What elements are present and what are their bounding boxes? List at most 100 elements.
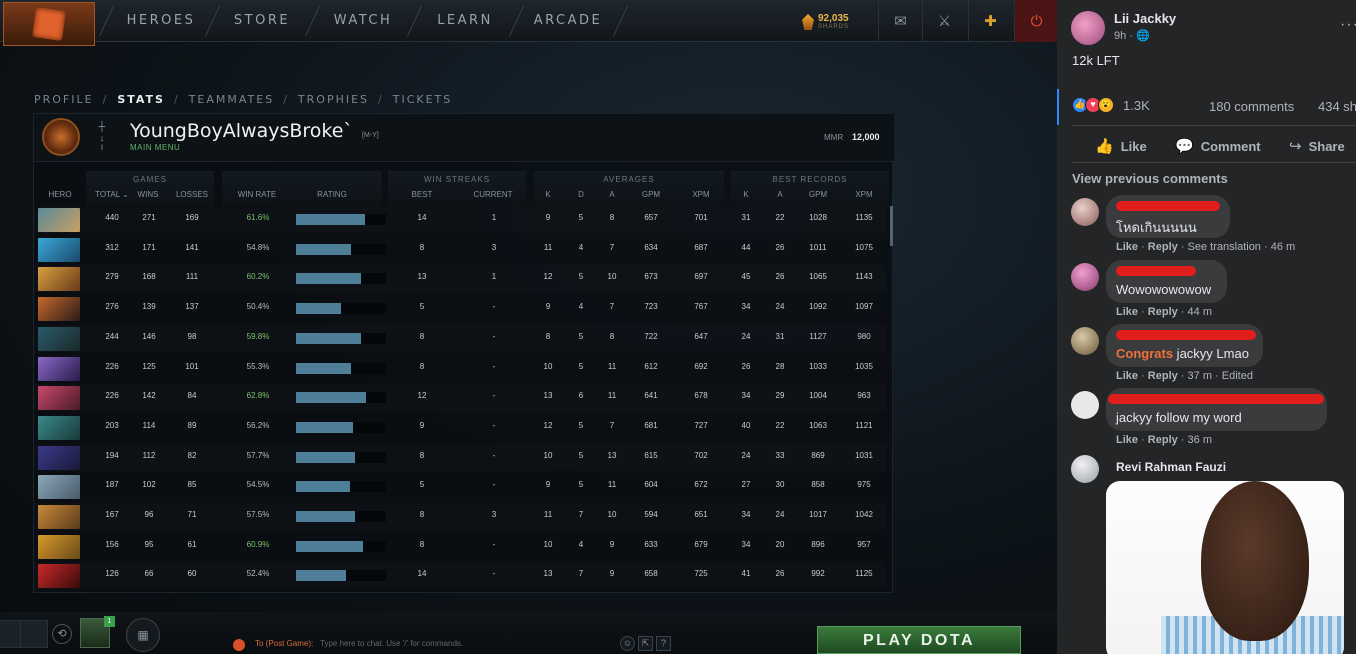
comment-like-link[interactable]: Like <box>1116 241 1138 253</box>
tab-tickets[interactable]: TICKETS <box>393 93 453 106</box>
chat-channel-icon[interactable] <box>233 639 245 651</box>
col-deaths[interactable]: D <box>571 190 591 199</box>
rating-bar <box>296 273 386 285</box>
emoji-icon[interactable]: ☺ <box>620 636 635 651</box>
col-current[interactable]: CURRENT <box>466 190 520 199</box>
commenter-avatar[interactable] <box>1071 263 1099 291</box>
table-row[interactable]: 226 125 101 55.3% 8 - 10 5 11 612 692 26 28 1033 1035 <box>34 355 886 382</box>
dota-logo-button[interactable] <box>3 2 95 46</box>
gif-commenter-name[interactable]: Revi Rahman Fauzi <box>1116 460 1226 474</box>
nav-arcade[interactable]: ARCADE <box>518 0 618 42</box>
col-rating[interactable]: RATING <box>306 190 358 199</box>
comment-reply-link[interactable]: Reply <box>1148 370 1178 382</box>
table-row[interactable]: 126 66 60 52.4% 14 - 13 7 9 658 725 41 26 992 1125 <box>34 562 886 589</box>
shares-count[interactable]: 434 shares <box>1318 99 1356 114</box>
cell-xpm: 701 <box>694 213 708 222</box>
commenter-avatar[interactable] <box>1071 198 1099 226</box>
share-button[interactable]: ↪ Share <box>1289 137 1345 155</box>
table-row[interactable]: 279 168 111 60.2% 13 1 12 5 10 673 697 45 26 1065 1143 <box>34 265 886 292</box>
hero-portrait[interactable] <box>38 445 80 470</box>
power-icon[interactable]: ⏻ <box>1014 0 1057 42</box>
table-row[interactable]: 194 112 82 57.7% 8 - 10 5 13 615 702 24 33 869 1031 <box>34 444 886 471</box>
hero-portrait[interactable] <box>38 505 80 529</box>
hero-portrait[interactable] <box>38 237 80 262</box>
col-wins[interactable]: WINS <box>134 190 162 199</box>
hero-portrait[interactable] <box>38 326 80 351</box>
hero-portrait[interactable] <box>38 208 80 232</box>
col-losses[interactable]: LOSSES <box>172 190 212 199</box>
comment-like-link[interactable]: Like <box>1116 370 1138 382</box>
hero-portrait[interactable] <box>38 564 80 589</box>
col-assists[interactable]: A <box>602 190 622 199</box>
tab-profile[interactable]: PROFILE <box>34 93 94 106</box>
party-settings-icon[interactable]: ⟲ <box>52 624 72 644</box>
table-row[interactable]: 276 139 137 50.4% 5 - 9 4 7 723 767 34 24 1092 1097 <box>34 295 886 322</box>
col-win-rate[interactable]: WIN RATE <box>230 190 284 199</box>
party-slot-empty[interactable] <box>0 620 22 648</box>
nav-store[interactable]: STORE <box>214 0 310 42</box>
post-time[interactable]: 9h · 🌐 <box>1114 29 1150 42</box>
more-options-icon[interactable]: ··· <box>1340 16 1356 34</box>
col-best-assists[interactable]: A <box>770 190 790 199</box>
col-best-xpm[interactable]: XPM <box>850 190 878 199</box>
hero-portrait[interactable] <box>38 297 80 322</box>
chat-input[interactable]: Type here to chat. Use '/' for commands. <box>320 639 463 648</box>
post-author[interactable]: Lii Jackky <box>1114 11 1176 26</box>
commenter-avatar[interactable] <box>1071 455 1099 483</box>
comment-reply-link[interactable]: Reply <box>1148 306 1178 318</box>
col-total[interactable]: TOTAL ⌄ <box>90 190 134 199</box>
table-row[interactable]: 156 95 61 60.9% 8 - 10 4 9 633 679 34 20 896 957 <box>34 533 886 560</box>
tab-trophies[interactable]: TROPHIES <box>298 93 369 106</box>
table-row[interactable]: 203 114 89 56.2% 9 - 12 5 7 681 727 40 22 1063 1121 <box>34 414 886 441</box>
hero-portrait[interactable] <box>38 415 80 440</box>
help-icon[interactable]: ? <box>656 636 671 651</box>
view-previous-comments-link[interactable]: View previous comments <box>1072 171 1228 186</box>
nav-heroes[interactable]: HEROES <box>112 0 210 42</box>
chat-popout-icon[interactable]: ⇱ <box>638 636 653 651</box>
table-row[interactable]: 167 96 71 57.5% 8 3 11 7 10 594 651 34 24 1017 1042 <box>34 503 886 530</box>
col-xpm[interactable]: XPM <box>687 190 715 199</box>
cell-wins: 171 <box>142 242 156 252</box>
reactions-summary[interactable]: 👍 ♥ 😮 1.3K <box>1072 97 1150 113</box>
commenter-avatar[interactable] <box>1071 327 1099 355</box>
comment-like-link[interactable]: Like <box>1116 434 1138 446</box>
friends-grid-icon[interactable]: ▦ <box>126 618 160 652</box>
armory-icon[interactable]: ⚔ <box>922 0 966 42</box>
play-dota-button[interactable]: PLAY DOTA <box>817 626 1021 654</box>
comment-reply-link[interactable]: Reply <box>1148 434 1178 446</box>
col-gpm[interactable]: GPM <box>637 190 665 199</box>
party-slot-empty[interactable] <box>20 620 48 648</box>
hero-portrait[interactable] <box>38 267 80 292</box>
tab-teammates[interactable]: TEAMMATES <box>189 93 275 106</box>
col-best-gpm[interactable]: GPM <box>802 190 834 199</box>
nav-watch[interactable]: WATCH <box>314 0 412 42</box>
comments-count[interactable]: 180 comments <box>1209 99 1294 114</box>
table-row[interactable]: 187 102 85 54.5% 5 - 9 5 11 604 672 27 30 858 975 <box>34 473 886 500</box>
reaction-gif[interactable] <box>1106 481 1344 654</box>
hero-portrait[interactable] <box>38 475 80 500</box>
tab-stats[interactable]: STATS <box>117 93 165 106</box>
commenter-avatar[interactable] <box>1071 391 1099 419</box>
plus-icon[interactable]: ✚ <box>968 0 1012 42</box>
col-kills[interactable]: K <box>538 190 558 199</box>
table-row[interactable]: 440 271 169 61.6% 14 1 9 5 8 657 701 31 22 1028 1135 <box>34 206 886 233</box>
comment-reply-link[interactable]: Reply <box>1148 241 1178 253</box>
mail-icon[interactable]: ✉ <box>878 0 922 42</box>
col-best-kills[interactable]: K <box>736 190 756 199</box>
col-best[interactable]: BEST <box>404 190 440 199</box>
nav-learn[interactable]: LEARN <box>416 0 514 42</box>
shards-counter[interactable]: 92,035 SHARDS <box>802 8 849 36</box>
cell-total: 244 <box>105 331 119 341</box>
table-row[interactable]: 226 142 84 62.8% 12 - 13 6 11 641 678 34 29 1004 963 <box>34 384 886 411</box>
col-hero[interactable]: HERO <box>40 190 80 199</box>
table-row[interactable]: 312 171 141 54.8% 8 3 11 4 7 634 687 44 26 1011 1075 <box>34 236 886 263</box>
post-author-avatar[interactable] <box>1071 11 1105 45</box>
hero-portrait[interactable] <box>38 534 80 559</box>
table-scrollbar[interactable] <box>890 206 893 246</box>
comment-like-link[interactable]: Like <box>1116 306 1138 318</box>
table-row[interactable]: 244 146 98 59.8% 8 - 8 5 8 722 647 24 31 1127 980 <box>34 325 886 352</box>
hero-portrait[interactable] <box>38 386 80 411</box>
comment-button[interactable]: 💬 Comment <box>1175 137 1261 155</box>
like-button[interactable]: 👍 Like <box>1095 137 1147 155</box>
hero-portrait[interactable] <box>38 356 80 381</box>
